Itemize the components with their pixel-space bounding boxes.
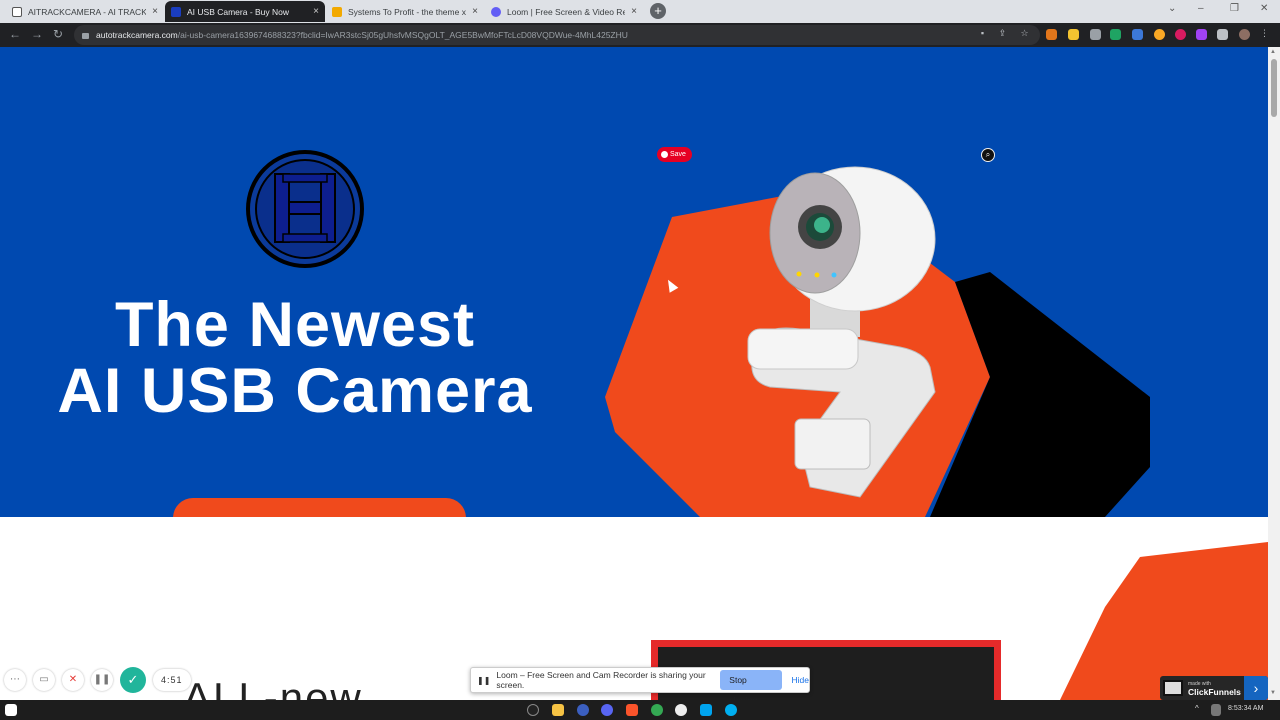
avatar[interactable] [1239, 29, 1250, 40]
windows-start-icon[interactable] [5, 704, 17, 716]
chrome-icon[interactable] [651, 704, 663, 716]
systems-icon [332, 6, 342, 17]
b-extension-icon[interactable] [1154, 29, 1165, 40]
chevron-down-icon[interactable]: ⌄ [1168, 3, 1176, 14]
h-extension-icon[interactable] [1132, 29, 1143, 40]
tab-title: AI USB Camera - Buy Now [187, 6, 290, 17]
recording-timer: 4:51 [153, 669, 191, 691]
metamask-icon[interactable] [1046, 29, 1057, 40]
share-icon[interactable]: ⇪ [997, 28, 1008, 39]
pause-icon[interactable]: ❚❚ [91, 669, 113, 691]
camera-toggle-icon[interactable]: ▭ [33, 669, 55, 691]
lock-icon [82, 33, 89, 39]
camera-blocked-icon[interactable]: ▪ [977, 28, 988, 39]
funnel-icon [171, 6, 181, 17]
page-scrollbar[interactable]: ▲ ▼ [1268, 47, 1280, 700]
chevron-right-icon[interactable]: › [1244, 676, 1268, 700]
clickfunnels-badge[interactable]: made with ClickFunnels › [1160, 676, 1268, 700]
loom-icon [491, 6, 501, 17]
file-explorer-icon[interactable] [552, 704, 564, 716]
bookmark-star-icon[interactable]: ☆ [1019, 28, 1030, 39]
section-heading: ALL-new [183, 674, 363, 700]
camera-extension-icon[interactable] [1090, 29, 1101, 40]
os-taskbar: ^ 8:53:34 AM [0, 700, 1280, 720]
cancel-recording-icon[interactable]: ✕ [62, 669, 84, 691]
new-tab-button[interactable]: + [650, 3, 666, 19]
scroll-down-icon[interactable]: ▼ [1270, 690, 1276, 696]
finish-recording-icon[interactable]: ✓ [120, 667, 146, 693]
menu-kebab-icon[interactable]: ⋮ [1259, 28, 1270, 39]
y-extension-icon[interactable] [1175, 29, 1186, 40]
puzzle-icon[interactable] [1217, 29, 1228, 40]
loom-recording-controls: ⋯ ▭ ✕ ❚❚ ✓ 4:51 [4, 667, 191, 693]
tab-title: AITRACKCAMERA - AI TRACK CA [28, 6, 147, 17]
app-icon-tv[interactable] [700, 704, 712, 716]
more-options-icon[interactable]: ⋯ [4, 669, 26, 691]
tab-title: Loom | Free Screen & Video Rec [507, 6, 626, 17]
screen-share-notification: ❚❚ Loom – Free Screen and Cam Recorder i… [470, 667, 810, 705]
scrollbar-thumb[interactable] [1271, 59, 1277, 117]
tab-aitrackcamera[interactable]: AITRACKCAMERA - AI TRACK CA × [6, 1, 164, 22]
minimize-icon[interactable]: – [1198, 3, 1204, 14]
stop-sharing-button[interactable]: Stop sharing [720, 670, 782, 705]
share-message: Loom – Free Screen and Cam Recorder is s… [496, 670, 706, 690]
system-clock: 8:53:34 AM [1228, 705, 1264, 712]
brave-icon[interactable] [626, 704, 638, 716]
app-icon-r[interactable] [675, 704, 687, 716]
restore-icon[interactable]: ❐ [1230, 3, 1239, 14]
url-host: autotrackcamera.com [96, 30, 178, 40]
s-extension-icon[interactable] [1110, 29, 1121, 40]
address-bar[interactable]: autotrackcamera.com /ai-usb-camera163967… [74, 25, 1040, 45]
tab-strip: AITRACKCAMERA - AI TRACK CA × AI USB Cam… [0, 0, 1280, 23]
sharing-pause-icon: ❚❚ [477, 675, 491, 685]
scroll-up-icon[interactable]: ▲ [1270, 49, 1276, 55]
close-icon[interactable]: × [152, 6, 158, 17]
close-icon[interactable]: × [313, 6, 319, 17]
close-window-icon[interactable]: ✕ [1260, 3, 1268, 14]
forward-icon[interactable]: → [31, 27, 43, 41]
tab-ai-usb-camera[interactable]: AI USB Camera - Buy Now × [165, 1, 325, 22]
skype-icon[interactable] [725, 704, 737, 716]
flower-extension-icon[interactable] [1196, 29, 1207, 40]
reload-icon[interactable]: ↻ [53, 27, 63, 41]
section2-decor [1060, 542, 1268, 700]
clickfunnels-logo-icon [1163, 680, 1183, 696]
close-icon[interactable]: × [631, 6, 637, 17]
obs-icon[interactable] [527, 704, 539, 716]
url-path: /ai-usb-camera1639674688323?fbclid=IwAR3… [177, 30, 628, 40]
discord-icon[interactable] [601, 704, 613, 716]
tab-loom[interactable]: Loom | Free Screen & Video Rec × [485, 1, 643, 22]
clickfunnels-label: ClickFunnels [1188, 687, 1241, 697]
pen-extension-icon[interactable] [1068, 29, 1079, 40]
hide-button[interactable]: Hide [792, 675, 809, 685]
network-icon[interactable] [1211, 704, 1221, 716]
aitrack-icon [12, 6, 22, 17]
browser-toolbar: ← → ↻ autotrackcamera.com /ai-usb-camera… [0, 23, 1280, 47]
app-icon-globe[interactable] [577, 704, 589, 716]
page-content: The Newest AI USB Camera Save ⌕ ALL-new [0, 47, 1268, 700]
tray-chevron-icon[interactable]: ^ [1195, 704, 1203, 716]
tab-systems-to-profit[interactable]: Systems To Profit - the theme x × [326, 1, 484, 22]
close-icon[interactable]: × [472, 6, 478, 17]
tab-title: Systems To Profit - the theme x [348, 6, 466, 17]
back-icon[interactable]: ← [9, 27, 21, 41]
